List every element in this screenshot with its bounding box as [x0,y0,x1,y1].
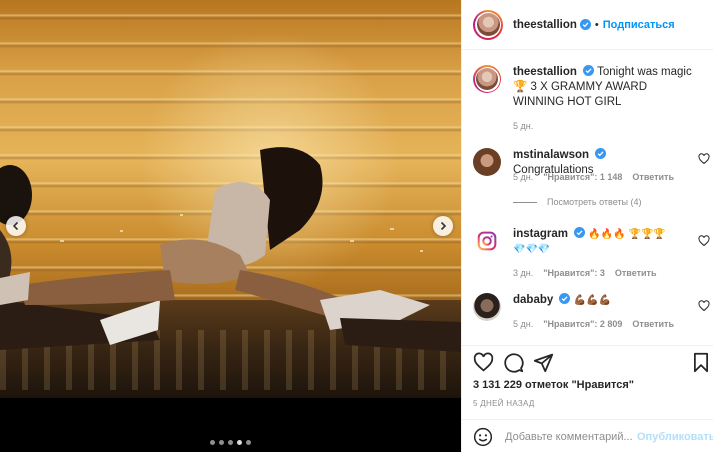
separator-dot: • [594,18,599,31]
avatar[interactable] [473,293,501,321]
carousel-dot [237,440,242,445]
like-heart-icon[interactable] [473,352,494,373]
avatar[interactable] [473,227,501,255]
follow-button[interactable]: Подписаться [603,19,675,31]
publish-button[interactable]: Опубликовать [637,431,713,443]
verified-badge-icon [595,148,607,159]
bookmark-icon[interactable] [691,352,711,373]
carousel-next-button[interactable] [433,216,453,236]
carousel-dot [246,440,251,445]
view-replies-button[interactable]: Посмотреть ответы (4) [513,197,642,207]
post-side-panel: theestallion • Подписаться theestallion … [461,0,713,452]
verified-badge-icon [559,293,571,304]
carousel-dot [228,440,233,445]
comment-username[interactable]: mstinalawson [513,149,589,161]
comment-username[interactable]: instagram [513,228,568,240]
comment-likes[interactable]: "Нравится": 1 148 [543,172,622,182]
reply-button[interactable]: Ответить [632,172,674,182]
share-plane-icon[interactable] [533,352,554,373]
carousel-prev-button[interactable] [6,216,26,236]
post-photo[interactable] [0,0,461,452]
heart-icon[interactable] [698,300,710,312]
comment-likes[interactable]: "Нравится": 2 809 [543,319,622,329]
performer-figure [0,147,461,352]
instagram-post: theestallion • Подписаться theestallion … [0,0,713,452]
comment-time[interactable]: 5 дн. [513,319,533,329]
carousel-dot [219,440,224,445]
heart-icon[interactable] [698,153,710,165]
reply-button[interactable]: Ответить [615,268,657,278]
avatar[interactable] [473,65,501,93]
comment-bubble-icon[interactable] [503,352,524,373]
comment-likes[interactable]: "Нравится": 3 [543,268,605,278]
comment-input[interactable] [505,430,633,443]
instagram-logo-icon [477,231,497,251]
caption-time[interactable]: 5 дн. [513,121,533,131]
comment-time[interactable]: 5 дн. [513,172,533,182]
verified-badge-icon [574,227,586,238]
avatar[interactable] [473,148,501,176]
post-header: theestallion • Подписаться [462,0,713,50]
post-actions: 3 131 229 отметок "Нравится" 5 ДНЕЙ НАЗА… [462,345,713,452]
chevron-left-icon [12,221,19,231]
comments-list: theestallion Tonight was magic 🏆 3 X GRA… [462,51,713,345]
avatar[interactable] [473,9,503,40]
emoji-smiley-icon[interactable] [473,427,493,447]
verified-badge-icon [579,19,591,30]
carousel-indicator [0,440,461,445]
comment-text: 💪🏾💪🏾💪🏾 [573,295,612,306]
author-username[interactable]: theestallion [513,19,577,31]
chevron-right-icon [440,221,447,231]
post-date[interactable]: 5 ДНЕЙ НАЗАД [473,399,535,408]
likes-count[interactable]: 3 131 229 отметок "Нравится" [473,379,634,391]
comment-time[interactable]: 3 дн. [513,268,533,278]
caption-username[interactable]: theestallion [513,66,577,78]
heart-icon[interactable] [698,235,710,247]
verified-badge-icon [583,65,595,76]
add-comment-bar: Опубликовать [462,419,713,452]
comment-username[interactable]: dababy [513,294,553,306]
carousel-dot [210,440,215,445]
reply-button[interactable]: Ответить [632,319,674,329]
